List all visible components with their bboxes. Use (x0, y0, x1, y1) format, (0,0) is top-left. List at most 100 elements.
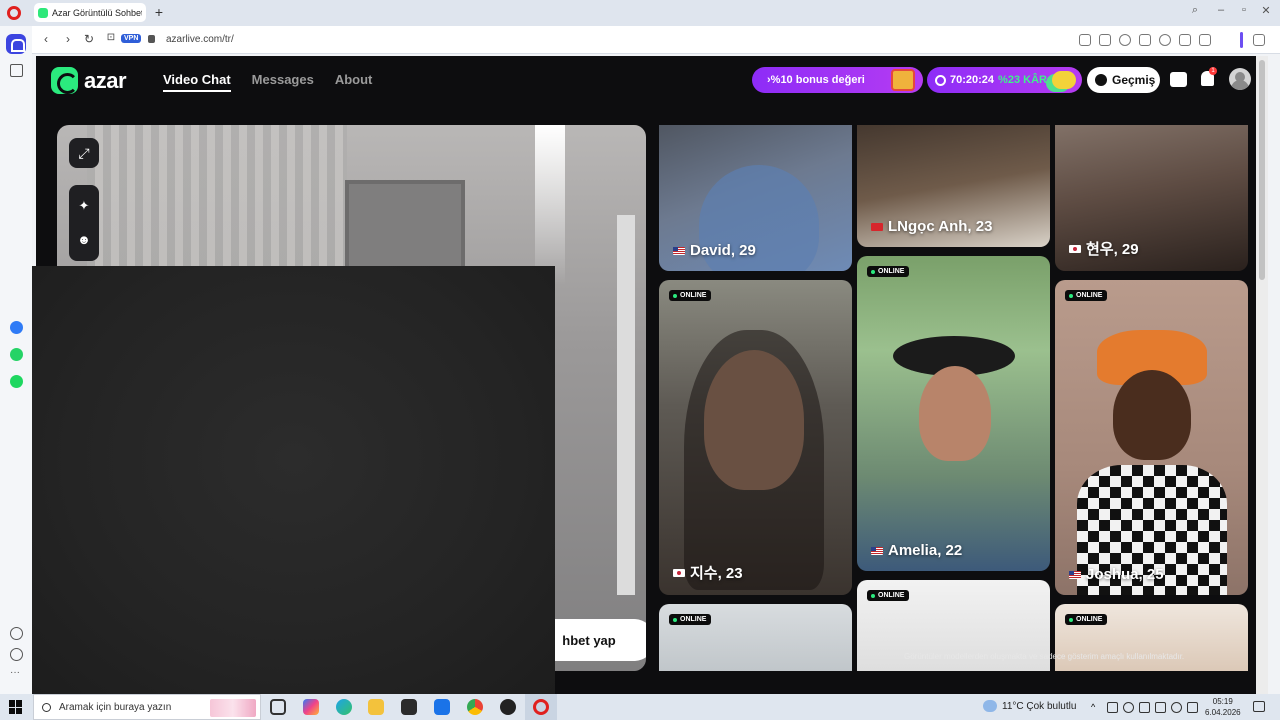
flag-us-icon (1069, 570, 1081, 579)
notification-badge: 1 (1209, 67, 1217, 75)
clock-date: 6.04.2026 (1205, 708, 1241, 717)
flag-us-icon (871, 546, 883, 555)
reload-icon[interactable]: ↻ (82, 32, 96, 46)
profile-card[interactable]: David, 29 (659, 125, 852, 271)
nav-about[interactable]: About (335, 72, 373, 92)
home-icon[interactable] (6, 34, 26, 54)
chevron-up-icon[interactable]: ^ (1091, 702, 1102, 713)
aria-accent-bar (1240, 32, 1243, 48)
display-icon[interactable] (1139, 702, 1150, 713)
download-icon[interactable] (1253, 34, 1265, 46)
new-tab-button[interactable]: + (152, 4, 166, 20)
card-name: Joshua, 25 (1069, 566, 1164, 583)
back-icon[interactable]: ‹ (39, 32, 53, 46)
store-icon[interactable] (1170, 72, 1187, 87)
task-view-icon[interactable] (270, 699, 286, 715)
system-clock[interactable]: 05:19 6.04.2026 (1205, 696, 1241, 718)
whatsapp-icon[interactable] (10, 348, 23, 361)
minimize-icon[interactable]: – (1214, 4, 1228, 16)
dark-overlay-window (32, 266, 555, 694)
windows-start-icon[interactable] (9, 700, 23, 714)
browser-sidebar: ··· (0, 26, 32, 694)
face-filter-icon[interactable]: ☻ (69, 225, 99, 255)
weather-text: 11°C Çok bulutlu (1002, 700, 1077, 712)
chrome-icon[interactable] (467, 699, 483, 715)
gift-box-icon (891, 69, 915, 91)
adblock-icon[interactable] (1119, 34, 1131, 46)
azar-logo-icon (51, 67, 78, 94)
page-scrollbar[interactable] (1256, 56, 1268, 694)
flag-vn-icon (871, 222, 883, 231)
install-app-icon[interactable] (1079, 34, 1091, 46)
url-field[interactable]: azarlive.com/tr/ (166, 34, 234, 45)
online-badge: ONLINE (669, 614, 712, 625)
online-dot-icon (871, 593, 875, 598)
copilot-icon[interactable] (303, 699, 319, 715)
favorites-icon[interactable] (10, 627, 23, 640)
azar-logo[interactable]: azar (51, 67, 127, 94)
clock-time: 05:19 (1212, 697, 1233, 706)
taskbar-search[interactable]: Aramak için buraya yazın (33, 694, 261, 720)
offer-timer-button[interactable]: 70:20:24 %23 KÂR (927, 67, 1082, 93)
profile-cards-grid: David, 29 ONLINE 지수, 23 ONLINE LNgọc Anh… (659, 125, 1249, 671)
profile-card[interactable]: ONLINE 지수, 23 (659, 280, 852, 595)
online-dot-icon (673, 293, 677, 298)
search-tabs-icon[interactable]: ⌕ (1188, 4, 1202, 17)
battery-icon[interactable] (1155, 702, 1166, 713)
edge-icon[interactable] (336, 699, 352, 715)
notifications-icon[interactable] (1253, 701, 1265, 712)
card-name: Amelia, 22 (871, 542, 962, 559)
forward-icon[interactable]: › (61, 32, 75, 46)
profile-card[interactable]: ONLINE (659, 604, 852, 671)
heart-icon[interactable] (1159, 34, 1171, 46)
bonus-promo-button[interactable]: ›%10 bonus değeri (752, 67, 923, 93)
camera-snapshot-icon[interactable] (1099, 34, 1111, 46)
weather-widget[interactable]: 11°C Çok bulutlu (983, 700, 1076, 712)
mail-icon[interactable] (434, 699, 450, 715)
history-button[interactable]: Geçmiş (1087, 67, 1160, 93)
online-badge: ONLINE (1065, 290, 1108, 301)
scrollbar-thumb[interactable] (1259, 60, 1265, 280)
maximize-icon[interactable]: ▫ (1237, 4, 1251, 16)
profile-card[interactable]: ONLINE Joshua, 25 (1055, 280, 1248, 595)
profile-card[interactable]: LNgọc Anh, 23 (857, 125, 1050, 247)
browser-tab-bar: Azar Görüntülü Sohbet & + ⌕ – ▫ ✕ (0, 0, 1280, 26)
profile-card[interactable]: 현우, 29 (1055, 125, 1248, 271)
fullscreen-icon[interactable]: ⤢ (69, 138, 99, 168)
flag-kr-icon (673, 568, 685, 577)
history-clock-icon (1095, 74, 1107, 86)
history-icon[interactable] (10, 648, 23, 661)
extensions-icon[interactable] (1199, 34, 1211, 46)
close-window-icon[interactable]: ✕ (1259, 4, 1273, 17)
logo-text: azar (84, 67, 127, 93)
lock-icon[interactable] (148, 35, 155, 43)
volume-icon[interactable] (1187, 702, 1198, 713)
file-explorer-icon[interactable] (368, 699, 384, 715)
vpn-badge[interactable]: VPN (121, 34, 142, 43)
opera-logo-icon[interactable] (7, 6, 21, 20)
nav-messages[interactable]: Messages (252, 72, 314, 92)
tab-snapshot-icon[interactable]: ⊡ (104, 32, 118, 43)
messenger-icon[interactable] (10, 321, 23, 334)
offer-discount: %23 KÂR (998, 74, 1047, 86)
mic-icon[interactable] (1123, 702, 1134, 713)
card-name: LNgọc Anh, 23 (871, 218, 992, 235)
spotify-icon[interactable] (10, 375, 23, 388)
more-icon[interactable]: ··· (10, 668, 23, 683)
card-hair (684, 330, 824, 590)
browser-tab[interactable]: Azar Görüntülü Sohbet & (34, 3, 146, 22)
opera-taskbar-icon[interactable] (533, 699, 549, 715)
profile-avatar[interactable] (1229, 68, 1251, 90)
easy-setup-icon[interactable] (1179, 34, 1191, 46)
pinboard-icon[interactable] (10, 64, 23, 77)
wifi-icon[interactable] (1171, 702, 1182, 713)
nav-video-chat[interactable]: Video Chat (163, 72, 231, 92)
magic-wand-icon[interactable]: ✦ (69, 191, 99, 221)
share-icon[interactable] (1139, 34, 1151, 46)
store-app-icon[interactable] (401, 699, 417, 715)
camera-tray-icon[interactable] (1107, 702, 1118, 713)
camera-tools: ✦ ☻ (69, 185, 99, 261)
card-photo (1113, 370, 1191, 460)
profile-card[interactable]: ONLINE Amelia, 22 (857, 256, 1050, 571)
opera-gx-icon[interactable] (500, 699, 516, 715)
